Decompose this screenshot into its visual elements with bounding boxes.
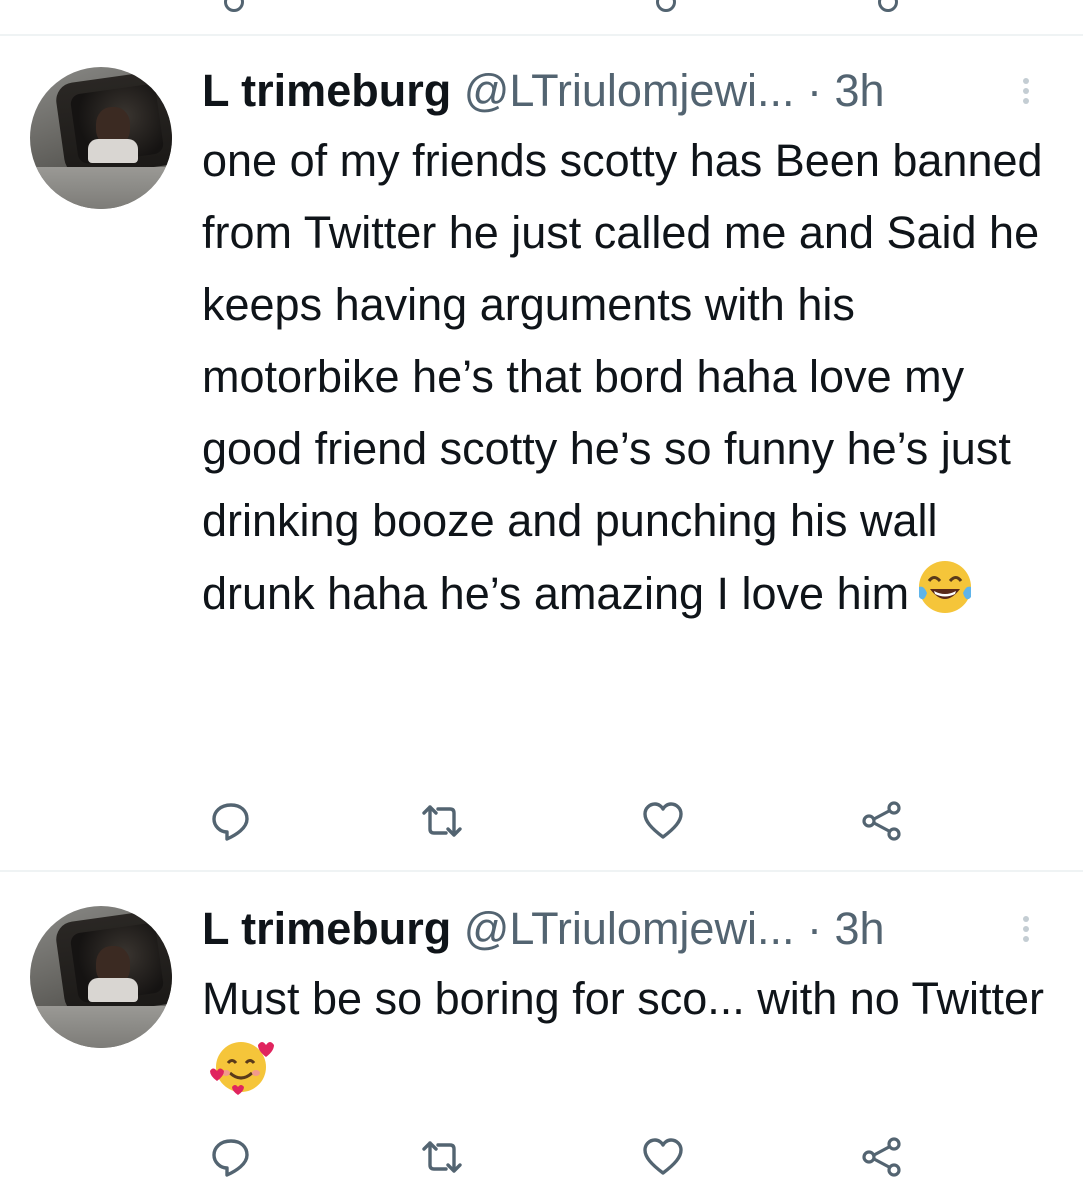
tweet-actions (0, 1135, 1083, 1181)
more-icon[interactable] (1022, 914, 1030, 944)
more-icon[interactable] (1022, 76, 1030, 106)
user-handle[interactable]: @LTriulomjewi... (464, 65, 795, 116)
previous-tweet-actions (0, 0, 1083, 12)
tweet-text-body: Must be so boring for sco... with no Twi… (202, 973, 1045, 1024)
divider (0, 34, 1083, 36)
avatar[interactable] (30, 67, 172, 209)
smiling-face-with-hearts-icon (208, 1035, 274, 1118)
share-icon[interactable] (860, 1135, 904, 1179)
retweet-icon[interactable] (420, 1135, 464, 1179)
divider (0, 870, 1083, 872)
tweet-header: L trimeburg @LTriulomjewi... · 3h (202, 66, 885, 116)
display-name[interactable]: L trimeburg (202, 903, 451, 954)
like-icon[interactable] (656, 0, 676, 12)
reply-icon[interactable] (209, 1135, 253, 1179)
like-icon[interactable] (641, 1135, 685, 1179)
share-icon[interactable] (860, 799, 904, 843)
tweet-header: L trimeburg @LTriulomjewi... · 3h (202, 904, 885, 954)
share-icon[interactable] (878, 0, 898, 12)
timestamp[interactable]: 3h (834, 65, 884, 116)
separator-dot: · (806, 903, 822, 954)
tweet-text-body: one of my friends scotty has Been banned… (202, 135, 1043, 619)
retweet-icon[interactable] (420, 799, 464, 843)
tweet-text: Must be so boring for sco... with no Twi… (202, 963, 1062, 1118)
display-name[interactable]: L trimeburg (202, 65, 451, 116)
timestamp[interactable]: 3h (834, 903, 884, 954)
tweet-text: one of my friends scotty has Been banned… (202, 125, 1062, 638)
user-handle[interactable]: @LTriulomjewi... (464, 903, 795, 954)
separator-dot: · (806, 65, 822, 116)
face-with-tears-of-joy-icon (915, 557, 975, 638)
tweet-actions (0, 799, 1083, 845)
avatar[interactable] (30, 906, 172, 1048)
reply-icon[interactable] (209, 799, 253, 843)
reply-icon[interactable] (224, 0, 244, 12)
like-icon[interactable] (641, 799, 685, 843)
